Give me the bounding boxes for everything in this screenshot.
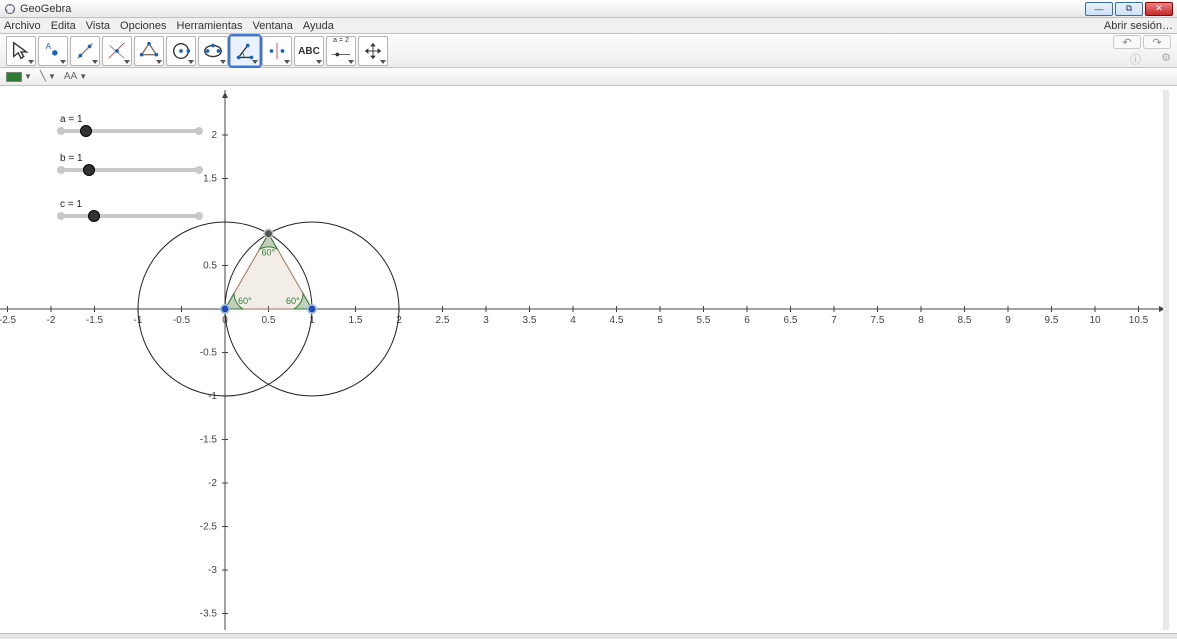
menu-ventana[interactable]: Ventana: [253, 20, 293, 32]
line-tool[interactable]: [70, 36, 100, 66]
menu-bar: Archivo Edita Vista Opciones Herramienta…: [0, 18, 1177, 34]
svg-text:0.5: 0.5: [203, 261, 217, 272]
svg-text:4.5: 4.5: [610, 315, 624, 326]
close-button[interactable]: ✕: [1145, 2, 1173, 16]
svg-text:60°: 60°: [286, 296, 300, 306]
svg-text:-2: -2: [47, 315, 56, 326]
svg-text:-1.5: -1.5: [200, 435, 218, 446]
svg-text:9.5: 9.5: [1045, 315, 1059, 326]
font-label: AA: [64, 71, 77, 82]
help-icon[interactable]: ⓘ: [1130, 51, 1141, 67]
svg-text:4: 4: [570, 315, 576, 326]
minimize-button[interactable]: —: [1085, 2, 1113, 16]
title-bar: GeoGebra — ⧉ ✕: [0, 0, 1177, 18]
slider-b-label: b = 1: [60, 153, 200, 164]
svg-text:3: 3: [483, 315, 489, 326]
redo-button[interactable]: ↷: [1143, 35, 1171, 49]
svg-text:8: 8: [918, 315, 924, 326]
graphics-view[interactable]: a = 1 b = 1 c = 1 -2.5-2-1.5-1-0.500.511…: [0, 90, 1169, 630]
slider-tool[interactable]: a = 2: [326, 36, 356, 66]
fill-color-selector[interactable]: ▼: [6, 72, 32, 82]
svg-text:60°: 60°: [262, 248, 276, 258]
sign-in-link[interactable]: Abrir sesión…: [1104, 20, 1173, 32]
svg-text:5.5: 5.5: [697, 315, 711, 326]
slider-c[interactable]: c = 1: [60, 199, 200, 218]
move-tool[interactable]: [6, 36, 36, 66]
svg-text:-1: -1: [208, 391, 217, 402]
style-toolbar: ▼ ╲▼ AA▼: [0, 68, 1177, 86]
menu-vista[interactable]: Vista: [86, 20, 110, 32]
svg-text:-1.5: -1.5: [86, 315, 104, 326]
menu-opciones[interactable]: Opciones: [120, 20, 166, 32]
svg-text:7.5: 7.5: [871, 315, 885, 326]
slider-c-label: c = 1: [60, 199, 200, 210]
text-tool[interactable]: ABC: [294, 36, 324, 66]
svg-text:-2.5: -2.5: [200, 522, 218, 533]
move-view-tool[interactable]: [358, 36, 388, 66]
svg-text:10.5: 10.5: [1129, 315, 1149, 326]
menu-archivo[interactable]: Archivo: [4, 20, 41, 32]
ellipse-tool[interactable]: [198, 36, 228, 66]
slider-b[interactable]: b = 1: [60, 153, 200, 172]
svg-text:A: A: [46, 42, 52, 51]
undo-button[interactable]: ↶: [1113, 35, 1141, 49]
taskbar: [0, 633, 1177, 639]
main-toolbar: A ABC a = 2 ↶ ↷ ⓘ ⚙: [0, 34, 1177, 68]
svg-text:1.5: 1.5: [349, 315, 363, 326]
polygon-tool[interactable]: [134, 36, 164, 66]
slider-tool-label: a = 2: [333, 37, 349, 44]
svg-text:-0.5: -0.5: [173, 315, 191, 326]
svg-text:10: 10: [1089, 315, 1101, 326]
svg-text:5: 5: [657, 315, 663, 326]
line-style-selector[interactable]: ╲▼: [40, 71, 56, 82]
slider-a[interactable]: a = 1: [60, 114, 200, 133]
font-selector[interactable]: AA▼: [64, 71, 87, 82]
svg-text:8.5: 8.5: [958, 315, 972, 326]
settings-icon[interactable]: ⚙: [1161, 51, 1171, 67]
angle-tool[interactable]: [230, 36, 260, 66]
app-logo-icon: [4, 3, 16, 15]
text-tool-label: ABC: [298, 46, 320, 57]
maximize-button[interactable]: ⧉: [1115, 2, 1143, 16]
svg-text:-3.5: -3.5: [200, 609, 218, 620]
svg-text:0.5: 0.5: [262, 315, 276, 326]
svg-text:6.5: 6.5: [784, 315, 798, 326]
menu-herramientas[interactable]: Herramientas: [177, 20, 243, 32]
svg-text:1: 1: [309, 315, 315, 326]
svg-text:3.5: 3.5: [523, 315, 537, 326]
circle-tool[interactable]: [166, 36, 196, 66]
svg-text:-0.5: -0.5: [200, 348, 218, 359]
svg-text:6: 6: [744, 315, 750, 326]
svg-text:60°: 60°: [238, 296, 252, 306]
svg-text:9: 9: [1005, 315, 1011, 326]
svg-text:7: 7: [831, 315, 837, 326]
point-tool[interactable]: A: [38, 36, 68, 66]
svg-text:-2.5: -2.5: [0, 315, 17, 326]
svg-text:2: 2: [396, 315, 402, 326]
app-title: GeoGebra: [20, 3, 1085, 15]
svg-text:1.5: 1.5: [203, 174, 217, 185]
menu-edita[interactable]: Edita: [51, 20, 76, 32]
svg-text:2.5: 2.5: [436, 315, 450, 326]
svg-text:-2: -2: [208, 478, 217, 489]
svg-text:-3: -3: [208, 565, 217, 576]
perpendicular-tool[interactable]: [102, 36, 132, 66]
reflect-tool[interactable]: [262, 36, 292, 66]
svg-text:2: 2: [211, 130, 217, 141]
slider-a-label: a = 1: [60, 114, 200, 125]
menu-ayuda[interactable]: Ayuda: [303, 20, 334, 32]
